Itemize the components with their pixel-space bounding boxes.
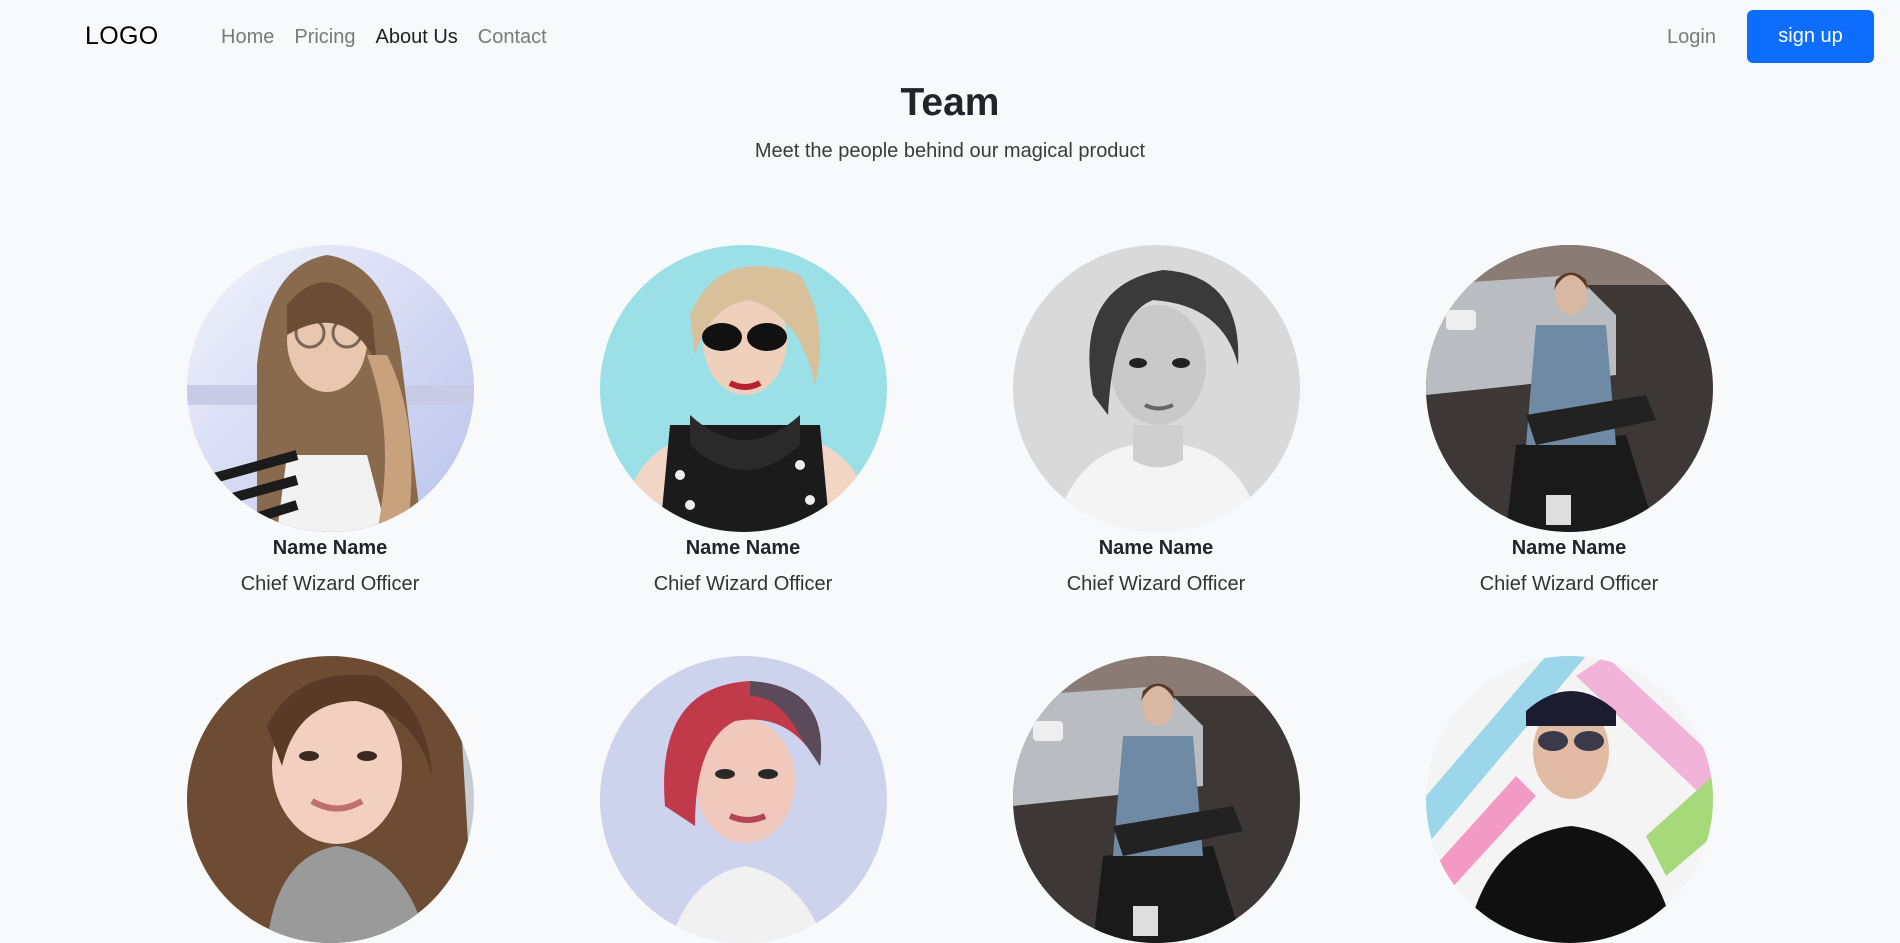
member-name: Name Name [272,537,388,559]
avatar [186,245,474,532]
page-subtitle: Meet the people behind our magical produ… [754,140,1146,162]
portrait-photo [1012,245,1300,532]
team-member-card [593,656,893,943]
team-member-card: Name Name Chief Wizard Officer [180,245,480,597]
team-member-card [180,656,480,943]
team-member-card [1419,656,1719,943]
member-name: Name Name [1098,537,1214,559]
signup-button[interactable]: sign up [1747,10,1874,63]
member-name: Name Name [1511,537,1627,559]
page-title: Team [900,81,1000,124]
nav-link-about-us[interactable]: About Us [366,24,468,50]
portrait-photo [186,656,474,943]
team-member-card [1006,656,1306,943]
avatar [1012,656,1300,943]
portrait-photo [599,656,887,943]
member-role: Chief Wizard Officer [1479,573,1659,595]
team-member-card: Name Name Chief Wizard Officer [1006,245,1306,597]
portrait-photo [1425,245,1713,532]
portrait-photo [1012,656,1300,943]
portrait-photo [1425,656,1713,943]
nav-link-contact[interactable]: Contact [468,24,557,50]
nav-link-pricing[interactable]: Pricing [284,24,365,50]
navbar: LOGO Home Pricing About Us Contact Login… [0,0,1900,74]
avatar [1425,245,1713,532]
nav-links: Home Pricing About Us Contact [211,24,557,50]
member-role: Chief Wizard Officer [653,573,833,595]
avatar [1425,656,1713,943]
portrait-photo [186,245,474,532]
avatar [599,656,887,943]
member-role: Chief Wizard Officer [1066,573,1246,595]
logo[interactable]: LOGO [85,22,158,51]
login-link[interactable]: Login [1667,24,1716,50]
member-name: Name Name [685,537,801,559]
member-role: Chief Wizard Officer [240,573,420,595]
nav-link-home[interactable]: Home [211,24,284,50]
team-member-card: Name Name Chief Wizard Officer [1419,245,1719,597]
team-member-card: Name Name Chief Wizard Officer [593,245,893,597]
avatar [186,656,474,943]
avatar [599,245,887,532]
portrait-photo [599,245,887,532]
avatar [1012,245,1300,532]
